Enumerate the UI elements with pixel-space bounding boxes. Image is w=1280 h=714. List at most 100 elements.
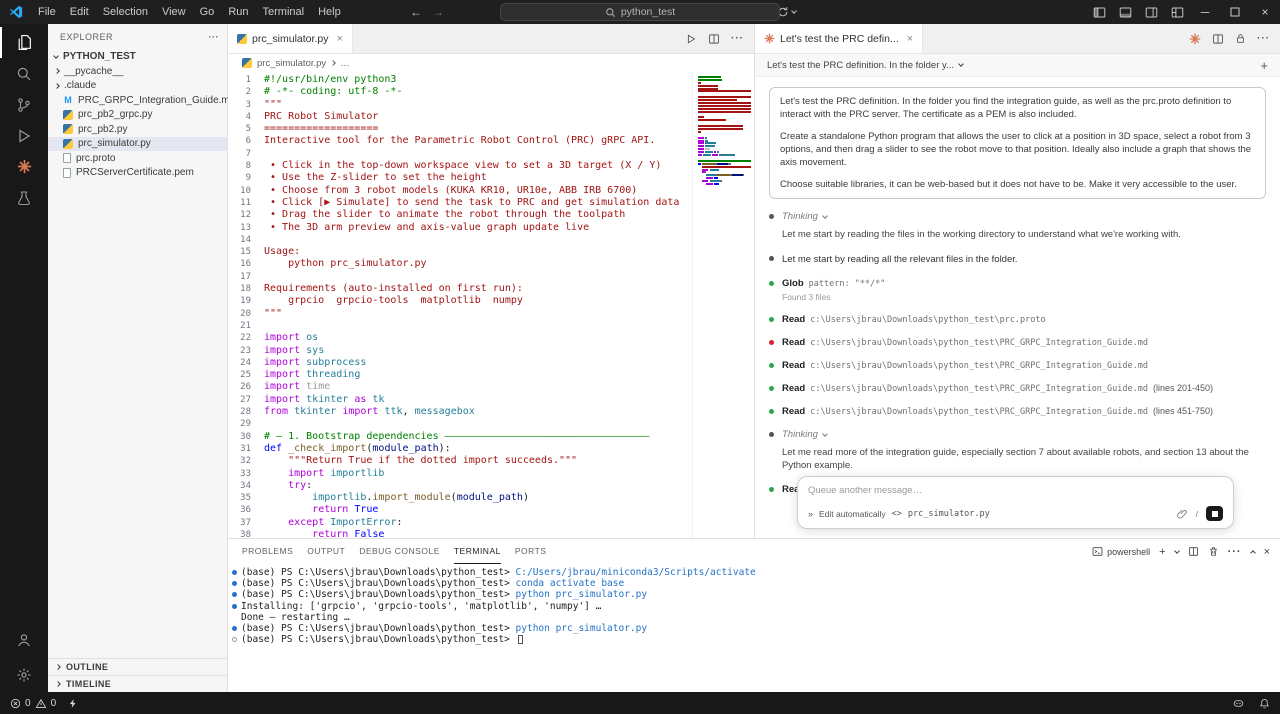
workspace-root[interactable]: PYTHON_TEST (48, 49, 227, 64)
warning-icon (35, 698, 47, 709)
activity-run-debug[interactable] (0, 120, 48, 151)
menu-selection[interactable]: Selection (96, 0, 155, 24)
breadcrumb[interactable]: prc_simulator.py … (228, 54, 754, 72)
file-prc_pb2.py[interactable]: prc_pb2.py (48, 122, 227, 137)
status-bar: 0 0 (0, 692, 1280, 714)
close-button[interactable]: × (1250, 0, 1280, 24)
run-python-icon[interactable] (685, 33, 697, 45)
minimize-button[interactable]: ─ (1190, 0, 1220, 24)
menu-view[interactable]: View (155, 0, 193, 24)
panel-tab-terminal[interactable]: TERMINAL (454, 539, 501, 564)
terminal-output[interactable]: (base) PS C:\Users\jbrau\Downloads\pytho… (228, 564, 1280, 692)
activity-source-control[interactable] (0, 89, 48, 120)
panel-tab-debug-console[interactable]: DEBUG CONSOLE (359, 539, 440, 564)
file-label: prc_simulator.py (78, 138, 151, 149)
file-__pycache__[interactable]: __pycache__ (48, 64, 227, 79)
nav-forward-icon[interactable]: → (432, 5, 444, 19)
panel-tab-problems[interactable]: PROBLEMS (242, 539, 293, 564)
section-outline[interactable]: OUTLINE (48, 658, 227, 675)
file-label: prc_pb2.py (78, 124, 127, 135)
file-PRCServerCertificate.pem[interactable]: PRCServerCertificate.pem (48, 166, 227, 181)
claude-icon[interactable] (1189, 33, 1201, 45)
chevron-right-icon (330, 60, 336, 66)
referenced-file[interactable]: prc_simulator.py (908, 509, 990, 519)
more-actions-icon[interactable]: ··· (731, 33, 744, 44)
file-.claude[interactable]: .claude (48, 79, 227, 94)
customize-layout-icon[interactable] (1164, 0, 1190, 24)
chat-conversation[interactable]: Let's test the PRC definition. In the fo… (755, 77, 1280, 538)
explorer-more-actions-icon[interactable]: ··· (209, 32, 220, 42)
edit-mode-label[interactable]: Edit automatically (819, 509, 886, 519)
session-title-row[interactable]: Let's test the PRC definition. In the fo… (755, 54, 1280, 77)
file-prc_pb2_grpc.py[interactable]: prc_pb2_grpc.py (48, 108, 227, 123)
menu-help[interactable]: Help (311, 0, 348, 24)
breadcrumb-file: prc_simulator.py (257, 58, 326, 69)
python-file-icon (63, 139, 73, 149)
sidebar-bottom: OUTLINETIMELINE (48, 658, 227, 692)
chevron-right-icon (54, 68, 60, 74)
activity-settings[interactable] (0, 659, 48, 690)
file-prc_simulator.py[interactable]: prc_simulator.py (48, 137, 227, 152)
panel-tabs: PROBLEMS OUTPUT DEBUG CONSOLE TERMINAL PORTS (242, 539, 546, 564)
close-tab-icon[interactable]: × (336, 33, 342, 45)
chat-event-tool: Readc:\Users\jbrau\Downloads\python_test… (769, 360, 1266, 371)
copilot-icon[interactable] (1232, 698, 1245, 709)
problems-status[interactable]: 0 0 (10, 698, 56, 709)
file-prc.proto[interactable]: prc.proto (48, 151, 227, 166)
chevron-down-icon (53, 53, 59, 59)
file-label: __pycache__ (64, 66, 124, 77)
split-terminal-icon[interactable] (1188, 546, 1199, 557)
toggle-secondary-sidebar-icon[interactable] (1138, 0, 1164, 24)
message-input-box: Queue another message… » Edit automatica… (797, 476, 1234, 529)
terminal-instance[interactable]: powershell (1092, 546, 1150, 557)
bell-icon[interactable] (1259, 698, 1270, 709)
maximize-panel-icon[interactable] (1251, 549, 1255, 555)
more-actions-icon[interactable]: ··· (1228, 546, 1242, 558)
menu-edit[interactable]: Edit (63, 0, 96, 24)
activity-search[interactable] (0, 58, 48, 89)
minimap[interactable] (692, 72, 754, 538)
close-tab-icon[interactable]: × (907, 33, 913, 45)
lock-icon[interactable] (1235, 33, 1246, 44)
panel-tab-output[interactable]: OUTPUT (307, 539, 345, 564)
code-editor[interactable]: 1#!/usr/bin/env python32# -*- coding: ut… (228, 72, 692, 538)
menu-go[interactable]: Go (193, 0, 222, 24)
file-PRC_GRPC_Integration_Guide.md[interactable]: MPRC_GRPC_Integration_Guide.md (48, 93, 227, 108)
fast-forward-icon: » (808, 509, 813, 519)
menu-bar: FileEditSelectionViewGoRunTerminalHelp (31, 0, 348, 24)
slash-command-icon[interactable]: / (1196, 509, 1198, 519)
new-session-button[interactable]: + (1260, 58, 1268, 73)
close-panel-icon[interactable]: × (1264, 546, 1270, 558)
stop-button[interactable] (1206, 506, 1223, 521)
activity-explorer[interactable] (0, 27, 48, 58)
maximize-button[interactable] (1220, 0, 1250, 24)
split-editor-icon[interactable] (708, 33, 720, 45)
command-center-search[interactable]: python_test (500, 3, 780, 21)
tab-prc-simulator[interactable]: prc_simulator.py × (228, 24, 353, 53)
section-timeline[interactable]: TIMELINE (48, 675, 227, 692)
split-editor-icon[interactable] (1212, 33, 1224, 45)
activity-account[interactable] (0, 624, 48, 655)
chevron-right-icon (55, 681, 61, 687)
files-icon (16, 34, 33, 51)
menu-terminal[interactable]: Terminal (256, 0, 312, 24)
chevron-down-icon[interactable] (1175, 551, 1179, 553)
panel-tab-ports[interactable]: PORTS (515, 539, 547, 564)
tab-claude-session[interactable]: Let's test the PRC defin... × (755, 24, 923, 53)
attach-icon[interactable] (1177, 508, 1188, 519)
new-terminal-icon[interactable]: + (1159, 546, 1165, 558)
tab-label: prc_simulator.py (252, 33, 328, 45)
menu-run[interactable]: Run (221, 0, 255, 24)
toggle-sidebar-icon[interactable] (1086, 0, 1112, 24)
more-actions-icon[interactable]: ··· (1257, 33, 1270, 44)
kill-terminal-icon[interactable] (1208, 546, 1219, 557)
tab-label: Let's test the PRC defin... (780, 33, 899, 45)
nav-back-icon[interactable]: ← (410, 5, 422, 19)
activity-claude[interactable] (0, 151, 48, 182)
activity-testing[interactable] (0, 182, 48, 213)
toggle-panel-icon[interactable] (1112, 0, 1138, 24)
editor-group-chat: Let's test the PRC defin... × ··· Let's … (755, 24, 1280, 538)
lightning-icon[interactable] (68, 698, 78, 709)
menu-file[interactable]: File (31, 0, 63, 24)
queue-message-input[interactable]: Queue another message… (808, 485, 1223, 496)
